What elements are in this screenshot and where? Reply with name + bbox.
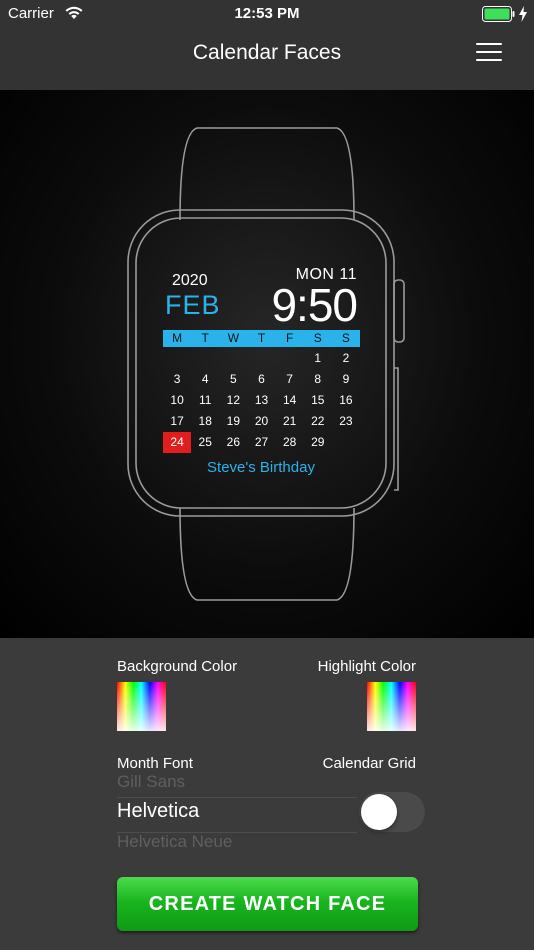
calendar-day: 4 [201,372,209,386]
calendar-day: 1 [314,351,322,365]
font-option-selected[interactable]: Helvetica [117,800,199,823]
month-label: FEB [165,290,221,320]
year-label: 2020 [172,272,208,289]
background-color-picker[interactable] [117,682,166,731]
calendar-day: 21 [282,414,297,428]
picker-divider [117,797,357,798]
calendar-day: 13 [254,393,269,407]
calendar-day: 28 [282,435,297,449]
calendar-day [332,432,360,453]
calendar-day: 11 [198,393,212,407]
calendar-day: 20 [254,414,269,428]
calendar-day: 22 [311,414,325,428]
calendar-grid-toggle[interactable] [359,792,425,832]
calendar-grid: 1 2 3 4 5 6 7 8 9 10 11 12 13 14 15 16 1… [163,348,360,453]
background-color-label: Background Color [117,658,238,675]
weekday-label: S [341,331,350,345]
calendar-day: 2 [342,351,350,365]
calendar-day: 23 [339,414,353,428]
calendar-day [219,348,247,369]
calendar-day [163,348,191,369]
weekday-header: M T W T F S S [163,330,360,347]
calendar-week: 17 18 19 20 21 22 23 [163,411,360,432]
calendar-day: 16 [339,393,353,407]
calendar-day: 7 [286,372,293,386]
calendar-week: 3 4 5 6 7 8 9 [163,369,360,390]
event-label: Steve's Birthday [207,459,315,476]
calendar-day [191,348,219,369]
calendar-week: 1 2 [163,348,360,369]
watch-time: 9:50 [271,279,358,331]
status-bar: Carrier 12:53 PM [0,0,534,28]
navigation-bar: Calendar Faces [0,28,534,90]
calendar-day: 12 [226,393,241,407]
page-title: Calendar Faces [192,41,342,64]
calendar-day [247,348,275,369]
status-time: 12:53 PM [234,5,300,22]
create-watch-face-button[interactable]: CREATE WATCH FACE [117,877,418,931]
calendar-day: 27 [254,435,269,449]
calendar-day: 10 [170,393,184,407]
weekday-label: T [257,331,266,345]
hamburger-menu-icon[interactable] [476,43,502,63]
month-font-picker[interactable]: Gill Sans Helvetica Helvetica Neue [117,770,357,854]
calendar-day: 9 [342,372,350,386]
settings-panel: Background Color Highlight Color Month F… [0,638,534,950]
watch-screen: 2020 FEB MON 11 9:50 M T W T F S S 1 2 3… [137,220,385,508]
calendar-day: 5 [230,372,237,386]
calendar-day: 14 [282,393,297,407]
calendar-day [276,348,304,369]
weekday-label: S [313,331,322,345]
calendar-week: 24 25 26 27 28 29 [163,432,360,453]
weekday-label: M [172,331,183,345]
charging-bolt-icon [519,6,527,22]
calendar-day: 26 [226,435,241,449]
calendar-day: 29 [311,435,325,449]
highlight-color-label: Highlight Color [317,658,416,675]
calendar-week: 10 11 12 13 14 15 16 [163,390,360,411]
weekday-label: W [227,331,240,345]
battery-icon [482,6,515,22]
calendar-day: 19 [226,414,241,428]
watch-preview: 2020 FEB MON 11 9:50 M T W T F S S 1 2 3… [0,90,534,638]
weekday-label: T [201,331,209,345]
toggle-knob [361,794,397,830]
calendar-day: 3 [173,372,181,386]
calendar-day: 15 [311,393,325,407]
calendar-day: 8 [314,372,322,386]
calendar-day: 17 [170,414,184,428]
font-option-next[interactable]: Helvetica Neue [117,832,232,852]
weekday-label: F [285,331,294,345]
calendar-day: 25 [198,435,212,449]
calendar-day-highlighted: 24 [163,432,192,453]
highlight-color-picker[interactable] [367,682,416,731]
calendar-day: 18 [198,414,212,428]
font-option-previous[interactable]: Gill Sans [117,772,185,792]
calendar-day: 6 [258,372,265,386]
